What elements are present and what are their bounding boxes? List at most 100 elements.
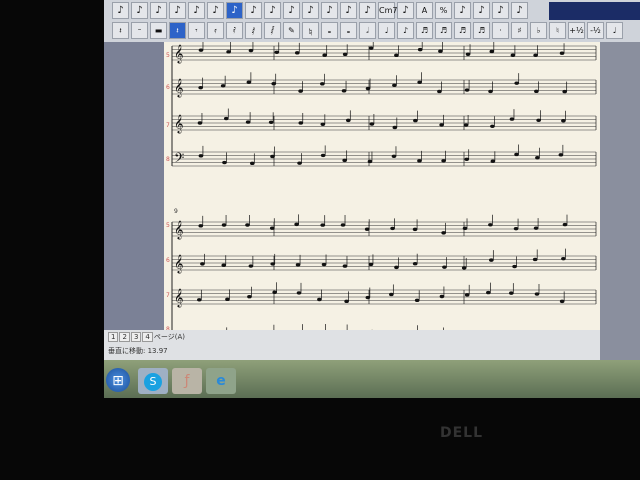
note-head bbox=[513, 226, 519, 231]
note-head bbox=[417, 47, 423, 52]
entry-button[interactable]: ♬ bbox=[435, 22, 452, 39]
note-head bbox=[509, 117, 515, 121]
page-tab-3[interactable]: 3 bbox=[130, 332, 142, 342]
note-head bbox=[464, 293, 470, 297]
entry-button[interactable]: ♬ bbox=[416, 22, 433, 39]
entry-button[interactable]: ♭ bbox=[530, 22, 547, 39]
entry-button[interactable]: ♩ bbox=[378, 22, 395, 39]
note-head bbox=[320, 122, 326, 126]
repeat-tool-icon[interactable]: ♪ bbox=[359, 2, 376, 19]
note-head bbox=[464, 88, 470, 92]
entry-button[interactable]: ♯ bbox=[511, 22, 528, 39]
hand-grabber-tool-icon[interactable]: ♪ bbox=[492, 2, 509, 19]
speedy-entry-tool-icon[interactable]: ♪ bbox=[245, 2, 262, 19]
entry-button[interactable]: ♬ bbox=[454, 22, 471, 39]
note-head bbox=[533, 53, 538, 57]
entry-button[interactable]: 𝄼 bbox=[131, 22, 148, 39]
entry-button[interactable]: 𝅀 bbox=[226, 22, 243, 39]
entry-button[interactable]: 𝄽 bbox=[112, 22, 129, 39]
time-signature-tool-icon[interactable]: ♪ bbox=[169, 2, 186, 19]
entry-button[interactable]: 𝅝 bbox=[340, 22, 357, 39]
entry-button[interactable]: · bbox=[492, 22, 509, 39]
entry-button[interactable]: 𝅝 bbox=[321, 22, 338, 39]
note-head bbox=[486, 290, 491, 295]
note-head bbox=[509, 291, 514, 295]
note-head bbox=[245, 120, 251, 124]
selection-tool-icon[interactable]: ♪ bbox=[112, 2, 129, 19]
note-head bbox=[222, 160, 227, 165]
note-head bbox=[248, 264, 254, 268]
entry-button[interactable]: ♪ bbox=[397, 22, 414, 39]
entry-button[interactable]: 𝄾 bbox=[188, 22, 205, 39]
clef-icon: 𝄞 bbox=[174, 288, 183, 308]
entry-button[interactable]: +½ bbox=[568, 22, 585, 39]
move-readout: 垂直に移動: 13.97 bbox=[108, 347, 168, 355]
entry-button[interactable]: 𝄮 bbox=[302, 22, 319, 39]
note-head bbox=[413, 118, 418, 123]
entry-button[interactable]: ✎ bbox=[283, 22, 300, 39]
staff-tool-icon[interactable]: ♪ bbox=[131, 2, 148, 19]
zoom-tool-icon[interactable]: ♪ bbox=[511, 2, 528, 19]
note-head bbox=[437, 89, 442, 94]
entry-button[interactable]: -½ bbox=[587, 22, 604, 39]
note-head bbox=[341, 89, 347, 93]
right-panel bbox=[600, 42, 640, 360]
hyperscribe-tool-icon[interactable]: ♪ bbox=[264, 2, 281, 19]
internet-explorer-icon[interactable]: e bbox=[206, 368, 236, 394]
entry-button[interactable]: 𝄽 bbox=[169, 22, 186, 39]
smart-shape-tool-icon[interactable]: ♪ bbox=[302, 2, 319, 19]
page-tab-2[interactable]: 2 bbox=[119, 332, 130, 342]
measure-tool-icon[interactable]: ♪ bbox=[207, 2, 224, 19]
resize-tool-icon[interactable]: % bbox=[435, 2, 452, 19]
note-head bbox=[462, 226, 468, 231]
start-orb-icon[interactable]: ⊞ bbox=[106, 368, 130, 392]
note-head bbox=[412, 262, 418, 266]
entry-button[interactable]: ♩ bbox=[606, 22, 623, 39]
skype-icon[interactable]: S bbox=[138, 368, 168, 394]
clef-icon: 𝄢 bbox=[174, 150, 184, 169]
note-head bbox=[294, 51, 300, 55]
entry-button[interactable]: ▬ bbox=[150, 22, 167, 39]
note-head bbox=[297, 161, 302, 165]
note-head bbox=[225, 297, 230, 302]
entry-button[interactable]: 𝅂 bbox=[264, 22, 281, 39]
entry-button[interactable]: 𝄿 bbox=[207, 22, 224, 39]
special-tools-icon[interactable]: ♪ bbox=[454, 2, 471, 19]
entry-button[interactable]: ♮ bbox=[549, 22, 566, 39]
articulation-tool-icon[interactable]: ♪ bbox=[340, 2, 357, 19]
note-head bbox=[220, 84, 226, 88]
entry-button[interactable]: 𝅁 bbox=[245, 22, 262, 39]
score-notation: 𝄞𝄞𝄞𝄢𝄞𝄞𝄞𝄢 bbox=[171, 42, 597, 349]
chord-tool-icon[interactable]: Cm7 bbox=[378, 2, 397, 19]
note-head bbox=[321, 262, 327, 267]
page-label[interactable]: ページ(A) bbox=[154, 332, 185, 342]
simple-entry-palette: 𝄽 𝄼 ▬ 𝄽 𝄾 𝄿 𝅀 𝅁 𝅂 ✎ 𝄮 𝅝 𝅝 𝅗𝅥 ♩ ♪ ♬ ♬ ♬ ♬ · ♯ ♭ ♮ +½ -½ ♩ bbox=[112, 22, 623, 40]
note-head bbox=[340, 223, 346, 227]
key-signature-tool-icon[interactable]: ♪ bbox=[150, 2, 167, 19]
playback-controls[interactable] bbox=[549, 2, 640, 20]
tuplet-tool-icon[interactable]: ♪ bbox=[283, 2, 300, 19]
mirror-tool-icon[interactable]: ♪ bbox=[473, 2, 490, 19]
page-tab-1[interactable]: 1 bbox=[108, 332, 119, 342]
entry-button[interactable]: ♬ bbox=[473, 22, 490, 39]
finale-icon[interactable]: ƒ bbox=[172, 368, 202, 394]
taskbar: ⊞ S ƒ e bbox=[104, 360, 640, 398]
note-head bbox=[342, 264, 348, 268]
clef-tool-icon[interactable]: ♪ bbox=[188, 2, 205, 19]
page-tab-4[interactable]: 4 bbox=[142, 332, 153, 342]
entry-button[interactable]: 𝅗𝅥 bbox=[359, 22, 376, 39]
note-head bbox=[394, 265, 399, 270]
note-head bbox=[248, 48, 254, 53]
score-page[interactable]: 𝄞𝄞𝄞𝄢𝄞𝄞𝄞𝄢 5 6 7 8 5 6 7 8 9 bbox=[164, 42, 600, 360]
text-tool-icon[interactable]: A bbox=[416, 2, 433, 19]
note-head bbox=[274, 50, 280, 55]
note-head bbox=[439, 123, 444, 127]
note-head bbox=[197, 121, 203, 125]
note-head bbox=[514, 152, 519, 157]
note-head bbox=[488, 223, 493, 227]
expression-tool-icon[interactable]: ♪ bbox=[321, 2, 338, 19]
note-head bbox=[198, 154, 204, 158]
simple-entry-tool-icon[interactable]: ♪ bbox=[226, 2, 243, 19]
note-head bbox=[535, 156, 540, 160]
lyrics-tool-icon[interactable]: ♪ bbox=[397, 2, 414, 19]
